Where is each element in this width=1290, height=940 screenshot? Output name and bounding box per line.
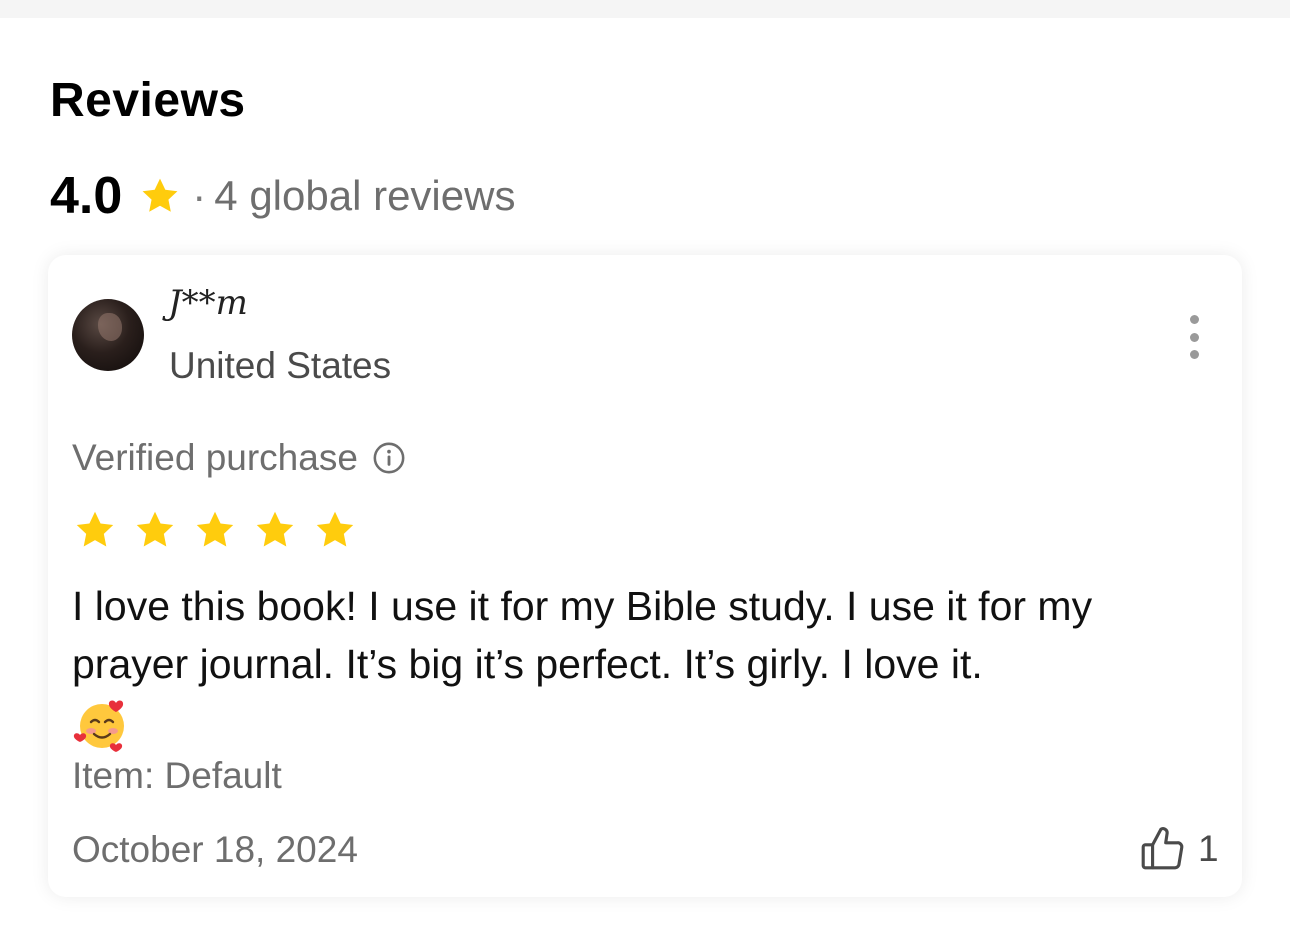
average-rating: 4.0 [50,167,123,225]
helpful-count: 1 [1198,828,1219,869]
star-icon [138,174,182,218]
review-card: J**m United States Verified purchase I l… [48,255,1242,897]
avatar[interactable] [72,299,144,371]
smiling-face-with-hearts-icon [73,700,124,752]
verified-purchase-label: Verified purchase [72,437,358,478]
star-icon [316,511,354,547]
item-variant: Item: Default [72,755,282,796]
star-icon [256,511,294,547]
thumbs-up-icon [1138,824,1188,874]
helpful-button[interactable]: 1 [1138,821,1219,877]
more-vertical-icon [1189,315,1199,324]
rating-summary: 4.0 · 4 global reviews [50,167,516,225]
review-star-rating [72,507,372,553]
reviews-section: Reviews 4.0 · 4 global reviews J**m Unit… [0,18,1290,940]
reviewer-name: J**m [168,283,248,323]
star-icon [196,511,234,547]
review-date: October 18, 2024 [72,829,358,870]
verified-purchase: Verified purchase [72,437,406,479]
top-divider-strip [0,0,1290,18]
reviews-heading: Reviews [50,74,246,127]
reviewer-country: United States [169,345,392,386]
rating-separator: · [192,172,207,219]
more-options-button[interactable] [1178,313,1210,361]
review-text: I love this book! I use it for my Bible … [72,583,1093,687]
star-icon [136,511,174,547]
info-icon[interactable] [372,441,406,475]
star-icon [76,511,114,547]
global-review-count: 4 global reviews [214,172,516,219]
